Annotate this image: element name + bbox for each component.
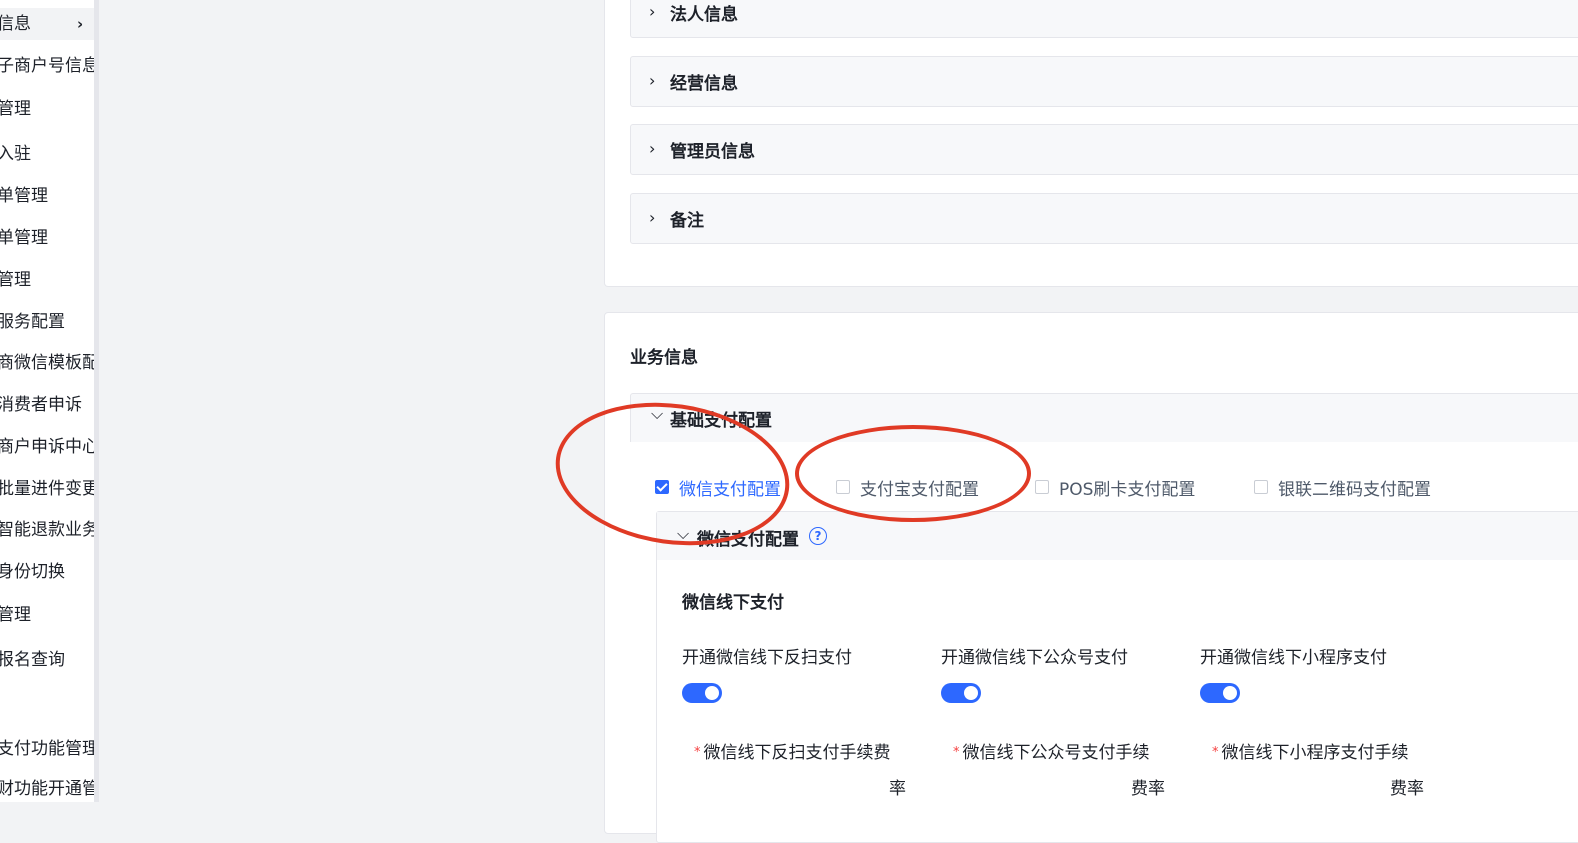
chevron-down-icon: ⌵ [677, 524, 690, 543]
collapse-label: 备注 [670, 211, 704, 231]
sidebar-item[interactable]: 批量进件变更 [0, 473, 99, 505]
option-label: 开通微信线下小程序支付 [1200, 648, 1387, 668]
sidebar-item-label: 单管理 [0, 228, 48, 248]
sidebar-item[interactable]: 管理 [0, 93, 31, 125]
sidebar-item[interactable]: 服务配置 [0, 306, 65, 338]
sidebar-item-label: 身份切换 [0, 562, 65, 582]
toggle-switch[interactable] [682, 683, 722, 703]
help-icon[interactable]: ? [809, 527, 827, 545]
sidebar-item-label: 商户申诉中心 [0, 437, 99, 457]
toggle-switch[interactable] [1200, 683, 1240, 703]
collapse-label: 微信支付配置 [697, 530, 799, 550]
subsection-title: 微信线下支付 [682, 593, 784, 613]
fee-rate-label: * 微信线下反扫支付手续费 率 [694, 735, 906, 807]
sidebar-item[interactable]: 入驻 [0, 138, 31, 170]
sidebar-item[interactable]: 管理 [0, 599, 31, 631]
collapse-label: 法人信息 [670, 5, 738, 25]
chevron-right-icon: › [649, 71, 656, 90]
sidebar-item[interactable]: 子商户号信息 [0, 50, 99, 82]
sidebar-item[interactable]: 商微信模板配 [0, 347, 99, 379]
required-mark: * [1212, 745, 1219, 760]
sidebar: 信息 › 子商户号信息 管理 入驻 单管理 单管理 管理 服务配置 商微信模板配… [0, 0, 99, 802]
sidebar-item[interactable]: 财功能开通管 [0, 773, 99, 802]
fee-rate-label: * 微信线下公众号支付手续 费率 [953, 735, 1165, 807]
checkbox-label: 支付宝支付配置 [860, 480, 979, 500]
collapse-business-info[interactable]: › 经营信息 [630, 56, 1578, 107]
sidebar-item[interactable]: 身份切换 [0, 556, 65, 588]
chevron-right-icon: › [649, 2, 656, 21]
sidebar-item[interactable]: 智能退款业务 [0, 514, 99, 546]
sidebar-item-label: 批量进件变更 [0, 479, 99, 499]
sidebar-item-label: 单管理 [0, 186, 48, 206]
business-info-card: 业务信息 ⌵ 基础支付配置 微信支付配置 支付宝支付配置 POS刷卡支付配置 银… [604, 312, 1578, 843]
fee-rate-label: * 微信线下小程序支付手续 费率 [1212, 735, 1424, 807]
collapse-remarks[interactable]: › 备注 [630, 193, 1578, 244]
sidebar-item-label: 财功能开通管 [0, 779, 99, 799]
sidebar-item-label: 信息 [0, 14, 31, 34]
wechat-pay-config-panel: ⌵ 微信支付配置 ? 微信线下支付 开通微信线下反扫支付 * 微信线下反扫支付手续… [656, 511, 1578, 843]
sidebar-item[interactable]: 管理 [0, 264, 31, 296]
checkbox-unchecked-icon [1035, 480, 1049, 494]
wechat-offline-mini-program-column: 开通微信线下小程序支付 * 微信线下小程序支付手续 费率 [1200, 643, 1440, 799]
sidebar-item[interactable]: 单管理 [0, 222, 48, 254]
collapse-label: 管理员信息 [670, 142, 755, 162]
option-label: 开通微信线下反扫支付 [682, 648, 852, 668]
toggle-switch[interactable] [941, 683, 981, 703]
sidebar-item-label: 管理 [0, 99, 31, 119]
fee-label-line1: 微信线下反扫支付手续费 [703, 743, 891, 763]
sidebar-scrollbar[interactable] [94, 0, 98, 802]
sidebar-item-label: 消费者申诉 [0, 395, 82, 415]
option-label: 开通微信线下公众号支付 [941, 648, 1128, 668]
required-mark: * [694, 745, 701, 760]
chevron-right-icon: › [649, 139, 656, 158]
section-title: 业务信息 [630, 348, 698, 368]
wechat-offline-scan-column: 开通微信线下反扫支付 * 微信线下反扫支付手续费 率 [682, 643, 922, 799]
sidebar-item-label: 商微信模板配 [0, 353, 99, 373]
sidebar-item[interactable]: 消费者申诉 [0, 389, 82, 421]
chevron-right-icon: › [649, 208, 656, 227]
sidebar-item-label: 智能退款业务 [0, 520, 99, 540]
collapse-label: 基础支付配置 [670, 411, 772, 431]
merchant-info-card: › 法人信息 › 经营信息 › 管理员信息 › 备注 [604, 0, 1578, 287]
checkbox-unchecked-icon [836, 480, 850, 494]
checkbox-checked-icon [655, 480, 669, 494]
checkbox-label: 微信支付配置 [679, 480, 781, 500]
sidebar-item-label: 管理 [0, 605, 31, 625]
collapse-admin-info[interactable]: › 管理员信息 [630, 124, 1578, 175]
collapse-basic-payment-config[interactable]: ⌵ 基础支付配置 [630, 393, 1578, 442]
sidebar-item-label: 入驻 [0, 144, 31, 164]
collapse-wechat-pay-config[interactable]: ⌵ 微信支付配置 ? [657, 512, 1578, 560]
sidebar-item-label: 服务配置 [0, 312, 65, 332]
sidebar-item-label: 支付功能管理 [0, 739, 99, 759]
collapse-label: 经营信息 [670, 74, 738, 94]
chevron-down-icon: ⌵ [651, 404, 664, 423]
sidebar-item[interactable]: 报名查询 [0, 644, 65, 676]
required-mark: * [953, 745, 960, 760]
checkbox-label: 银联二维码支付配置 [1278, 480, 1431, 500]
checkbox-label: POS刷卡支付配置 [1059, 480, 1196, 500]
wechat-offline-official-account-column: 开通微信线下公众号支付 * 微信线下公众号支付手续 费率 [941, 643, 1181, 799]
fee-label-line1: 微信线下小程序支付手续 [1221, 743, 1409, 763]
chevron-right-icon: › [77, 15, 84, 33]
collapse-legal-person[interactable]: › 法人信息 [630, 0, 1578, 38]
sidebar-item-label: 子商户号信息 [0, 56, 99, 76]
checkbox-unchecked-icon [1254, 480, 1268, 494]
sidebar-item-label: 管理 [0, 270, 31, 290]
sidebar-item-label: 报名查询 [0, 650, 65, 670]
sidebar-item[interactable]: 单管理 [0, 180, 48, 212]
fee-label-line1: 微信线下公众号支付手续 [962, 743, 1150, 763]
sidebar-item-info[interactable]: 信息 › [0, 8, 95, 40]
sidebar-item[interactable]: 商户申诉中心 [0, 431, 99, 463]
sidebar-item[interactable]: 支付功能管理 [0, 733, 99, 765]
